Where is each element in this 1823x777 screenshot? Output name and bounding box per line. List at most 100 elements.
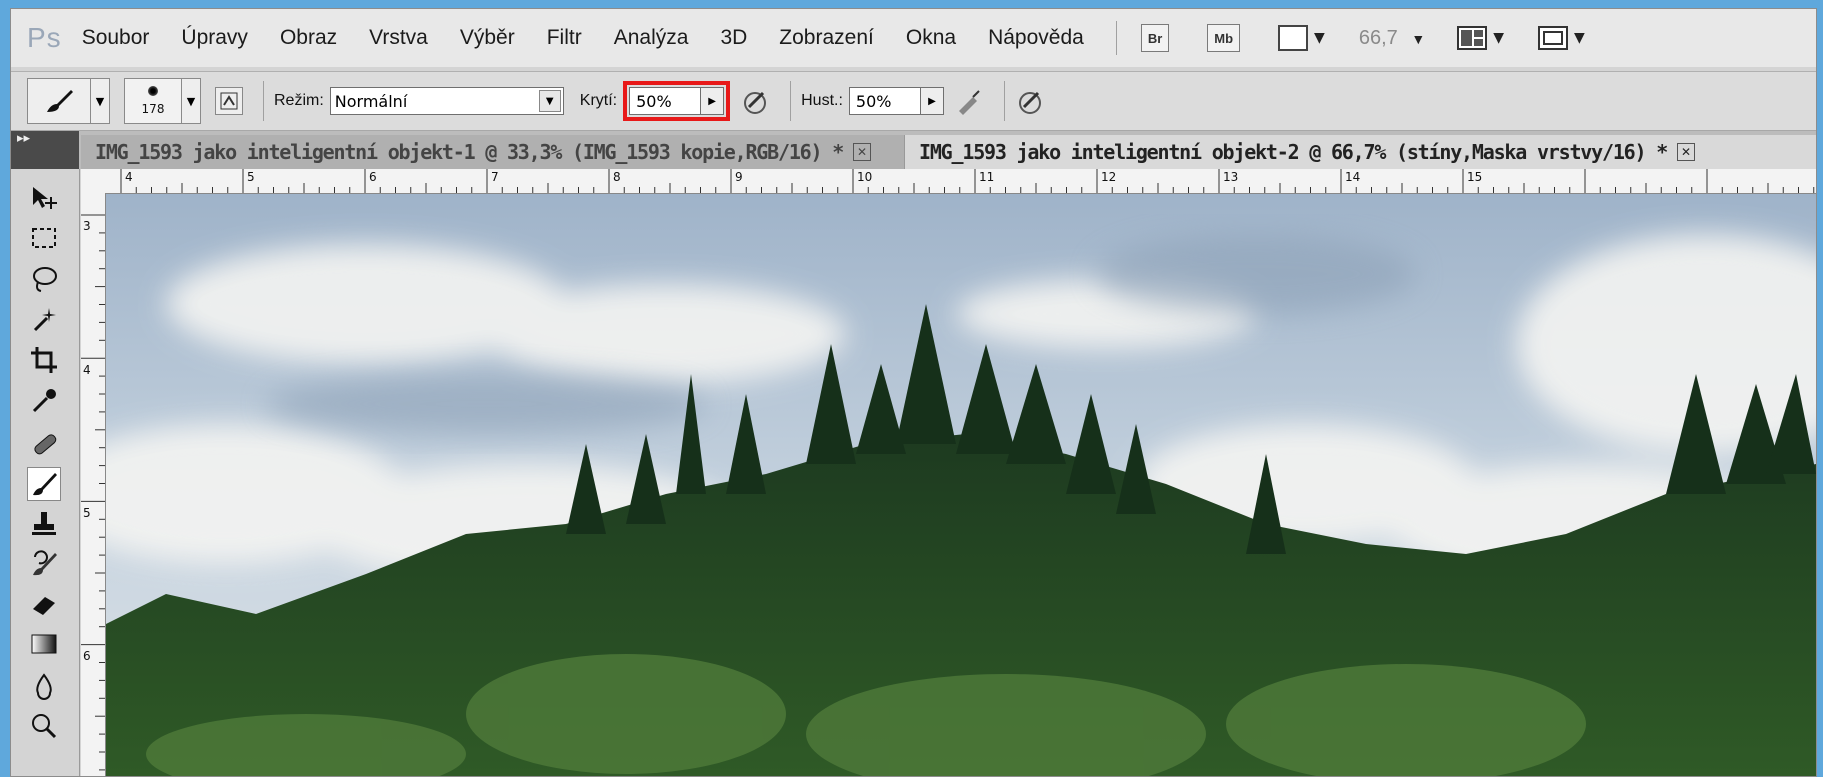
marquee-icon [32,228,56,248]
close-icon[interactable]: ✕ [853,143,872,161]
opacity-field[interactable]: 50% ▶ [629,87,725,115]
ruler-label: 13 [1223,170,1239,184]
tab-title: IMG_1593 jako inteligentní objekt-2 @ 66… [919,140,1668,164]
bridge-button[interactable]: Br [1140,24,1170,52]
airbrush-icon [958,90,980,115]
options-separator [1003,81,1005,121]
brush-panel-toggle[interactable] [215,87,243,115]
tool-preset-picker[interactable] [27,78,91,124]
ruler-label: 8 [613,170,621,184]
magic-wand-icon [33,308,56,332]
panel-collapse-strip[interactable]: ▸▸ [11,131,79,169]
healing-icon [34,434,57,455]
flow-slider-button[interactable]: ▶ [919,88,943,114]
clone-stamp-tool[interactable] [27,507,61,541]
gradient-tool[interactable] [27,627,61,661]
history-brush-icon [33,550,57,576]
magic-wand-tool[interactable] [27,302,61,336]
gradient-icon [31,634,57,654]
blend-mode-select[interactable]: Normální ▼ [329,87,564,115]
mode-label: Režim: [274,92,324,109]
lasso-icon [33,267,57,292]
view-extras-icon [1278,25,1309,51]
screen-mode-button[interactable]: ▼ [1537,26,1585,50]
ruler-label: 15 [1467,170,1483,184]
menu-edit[interactable]: Úpravy [181,26,248,50]
chevron-down-icon: ▼ [1493,30,1504,46]
menu-bar: Ps Soubor Úpravy Obraz Vrstva Výběr Filt… [11,9,1816,67]
zoom-level-value: 66,7 [1358,26,1398,49]
eraser-tool[interactable] [27,587,61,621]
flow-value[interactable]: 50% [850,92,920,111]
close-icon[interactable]: ✕ [1677,143,1696,161]
blend-mode-value: Normální [334,91,408,111]
menu-3d[interactable]: 3D [720,26,747,50]
tab-document-2[interactable]: IMG_1593 jako inteligentní objekt-2 @ 66… [904,135,1816,169]
arrange-documents-button[interactable]: ▼ [1457,26,1504,50]
screen-mode-icon [1537,26,1568,50]
chevron-down-icon: ▼ [1411,30,1426,47]
menu-separator [1115,21,1117,55]
document-canvas[interactable] [106,194,1816,776]
eyedropper-icon [32,389,56,413]
view-extras-button[interactable]: ▼ [1278,25,1325,51]
opacity-value[interactable]: 50% [630,92,700,111]
ruler-label: 14 [1345,170,1361,184]
move-tool[interactable] [27,181,61,215]
mini-bridge-button[interactable]: Mb [1207,24,1241,52]
menu-window[interactable]: Okna [906,26,956,50]
pressure-opacity-icon [744,91,767,114]
menu-image[interactable]: Obraz [280,26,337,50]
menu-help[interactable]: Nápověda [988,26,1084,50]
menu-filter[interactable]: Filtr [547,26,582,50]
menu-file[interactable]: Soubor [82,26,150,50]
flow-label: Hust.: [801,92,843,109]
photoshop-window: Ps Soubor Úpravy Obraz Vrstva Výběr Filt… [10,8,1817,777]
photoshop-logo: Ps [27,22,62,53]
dodge-icon [32,714,57,739]
eyedropper-tool[interactable] [27,383,61,417]
tab-document-1[interactable]: IMG_1593 jako inteligentní objekt-1 @ 33… [81,135,915,169]
document-tabs: ▸▸ IMG_1593 jako inteligentní objekt-1 @… [11,131,1816,169]
ruler-label: 9 [735,170,743,184]
brush-preset-picker[interactable]: 178 [124,78,182,124]
brush-panel-icon [220,92,238,110]
chevron-down-icon: ▼ [1314,30,1325,46]
brush-icon [33,473,57,496]
marquee-tool[interactable] [27,221,61,255]
ruler-label: 5 [247,170,255,184]
healing-brush-tool[interactable] [27,427,61,461]
brush-tool[interactable] [27,467,61,501]
flow-field[interactable]: 50% ▶ [848,87,944,115]
zoom-level-dropdown[interactable]: 66,7 ▼ [1359,27,1425,50]
eraser-icon [33,597,55,615]
tool-preset-dropdown[interactable]: ▼ [91,78,110,124]
airbrush-toggle[interactable] [954,86,984,116]
ruler-label: 5 [83,506,91,520]
opacity-slider-button[interactable]: ▶ [700,88,724,114]
vertical-ruler: 3 4 5 6 [81,193,106,776]
opacity-highlight: 50% ▶ [623,81,731,121]
menu-analysis[interactable]: Analýza [614,26,689,50]
menu-select[interactable]: Výběr [460,26,515,50]
dodge-tool[interactable] [27,709,61,743]
pressure-size-toggle[interactable] [1015,86,1045,116]
brush-preset-dropdown[interactable]: ▼ [182,78,201,124]
lasso-tool[interactable] [27,262,61,296]
stamp-icon [32,512,56,535]
blur-tool[interactable] [27,669,61,703]
brush-tip-icon [148,86,158,96]
history-brush-tool[interactable] [27,547,61,581]
pressure-size-icon [1018,91,1041,114]
crop-tool[interactable] [27,343,61,377]
menu-layer[interactable]: Vrstva [369,26,428,50]
options-separator [263,81,264,121]
brush-size-value: 178 [141,102,165,116]
ruler-label: 4 [125,170,133,184]
ruler-label: 11 [979,170,995,184]
brush-icon [47,90,73,112]
menu-view[interactable]: Zobrazení [779,26,874,50]
pressure-opacity-toggle[interactable] [740,86,770,116]
ruler-label: 7 [491,170,499,184]
ruler-label: 10 [857,170,873,184]
